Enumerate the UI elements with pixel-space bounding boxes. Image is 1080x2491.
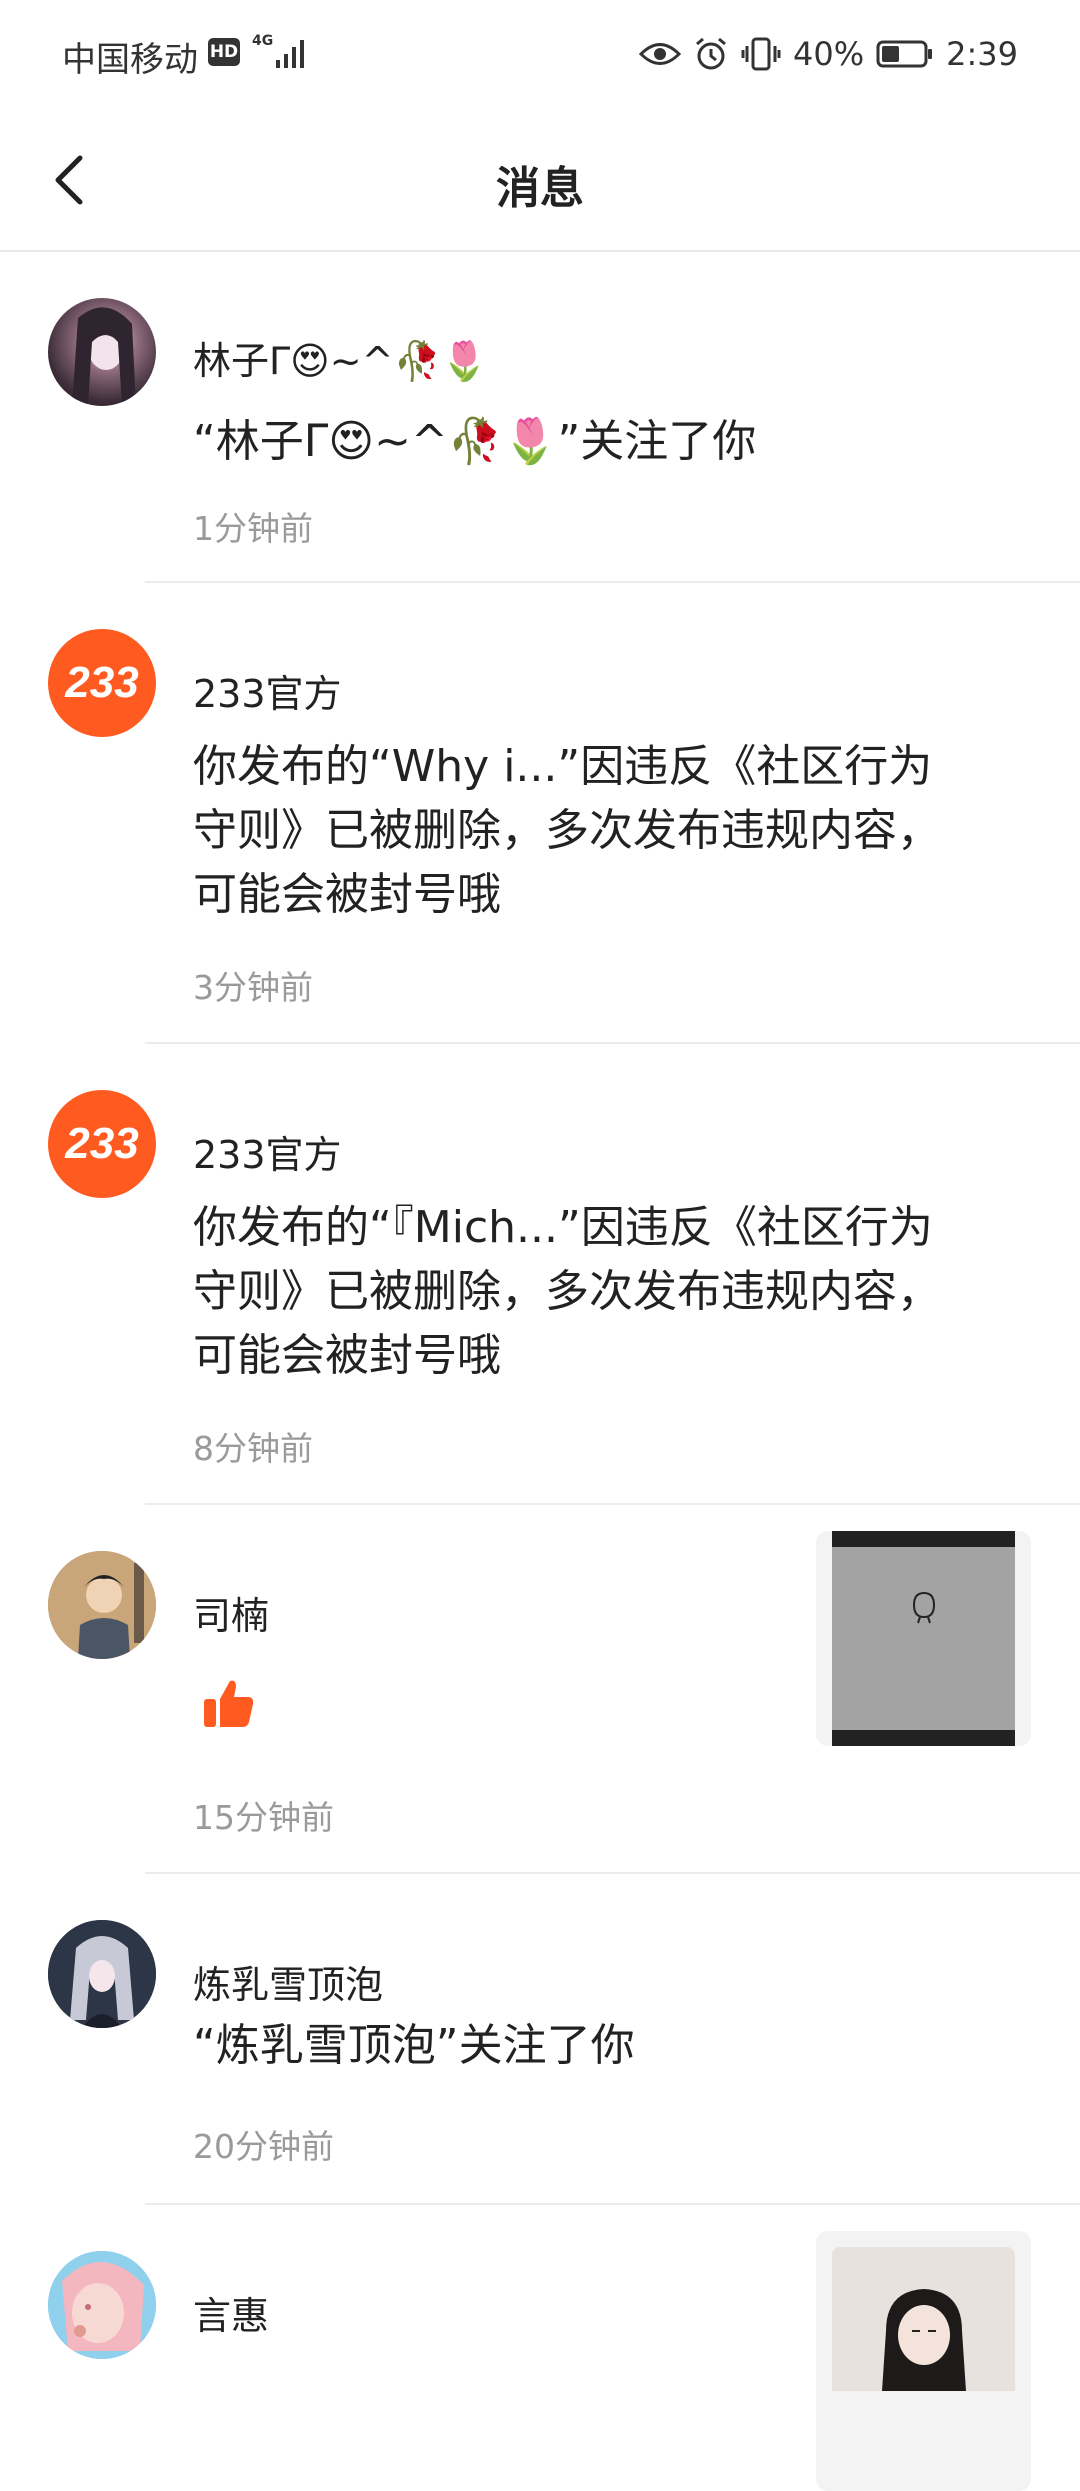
avatar[interactable]: 233	[48, 1090, 156, 1198]
page-title: 消息	[496, 163, 584, 214]
message-time: 8分钟前	[193, 1429, 313, 1468]
sender-name: 233官方	[193, 672, 342, 716]
avatar[interactable]	[48, 2251, 156, 2359]
brand-233-text: 233	[64, 1119, 138, 1168]
brand-233-logo: 233	[64, 1119, 138, 1168]
avatar-portrait	[48, 1920, 156, 2028]
list-item[interactable]: 司楠 15分钟前	[0, 1505, 1080, 1874]
message-time: 3分钟前	[193, 968, 313, 1007]
list-item[interactable]: 林子ᒥ😍~^🥀🌷 “林子ᒥ😍~^🥀🌷”关注了你 1分钟前	[0, 252, 1080, 583]
avatar-portrait	[72, 307, 136, 406]
message-time: 15分钟前	[193, 1798, 334, 1837]
thumbs-up-icon	[204, 1680, 254, 1727]
alarm-icon	[696, 37, 726, 70]
avatar[interactable]	[48, 298, 156, 406]
message-time: 20分钟前	[193, 2127, 334, 2166]
avatar[interactable]	[48, 1920, 156, 2028]
hd-icon: HD	[208, 38, 240, 66]
sender-name: 林子ᒥ😍~^🥀🌷	[193, 339, 489, 383]
list-item[interactable]: 233 233官方 你发布的“『Mich...”因违反《社区行为守则》已被删除，…	[0, 1044, 1080, 1505]
post-thumbnail[interactable]	[816, 2231, 1031, 2491]
brand-233-text: 233	[64, 658, 138, 707]
eye-icon	[639, 43, 682, 65]
message-content: 你发布的“『Mich...”因违反《社区行为守则》已被删除，多次发布违规内容，可…	[193, 1202, 941, 1381]
sender-name: 言惠	[193, 2294, 270, 2338]
header: 消息	[0, 110, 1080, 252]
network-type-label: 4G	[252, 33, 274, 49]
sender-name: 233官方	[193, 1133, 342, 1177]
avatar[interactable]	[48, 1551, 156, 1659]
avatar-portrait	[48, 2251, 156, 2359]
sender-name: 炼乳雪顶泡	[193, 1963, 384, 2007]
status-bar: 中国移动 HD 4G 40% 2:39	[0, 0, 1080, 110]
thumbnail-image	[832, 1531, 1015, 1746]
battery-percent: 40%	[793, 35, 865, 73]
message-content: 你发布的“Why i...”因违反《社区行为守则》已被删除，多次发布违规内容，可…	[193, 741, 941, 920]
battery-icon	[876, 40, 933, 68]
brand-233-logo: 233	[64, 658, 138, 707]
carrier-label: 中国移动	[62, 40, 198, 80]
thumbnail-image	[832, 2247, 1015, 2407]
list-item[interactable]: 233 233官方 你发布的“Why i...”因违反《社区行为守则》已被删除，…	[0, 583, 1080, 1044]
avatar[interactable]: 233	[48, 629, 156, 737]
message-content: “炼乳雪顶泡”关注了你	[193, 2020, 635, 2071]
clock-time: 2:39	[946, 35, 1018, 73]
list-item[interactable]: 言惠	[0, 2205, 1080, 2491]
message-content: “林子ᒥ😍~^🥀🌷”关注了你	[193, 416, 757, 467]
vibrate-icon	[741, 37, 781, 71]
sender-name: 司楠	[193, 1594, 270, 1638]
list-item[interactable]: 炼乳雪顶泡 “炼乳雪顶泡”关注了你 20分钟前	[0, 1874, 1080, 2205]
message-time: 1分钟前	[193, 509, 313, 548]
post-thumbnail[interactable]	[816, 1531, 1031, 1746]
avatar-portrait	[48, 1551, 156, 1659]
status-icons: 40% 2:39	[639, 32, 1018, 76]
signal-icon	[276, 40, 304, 68]
